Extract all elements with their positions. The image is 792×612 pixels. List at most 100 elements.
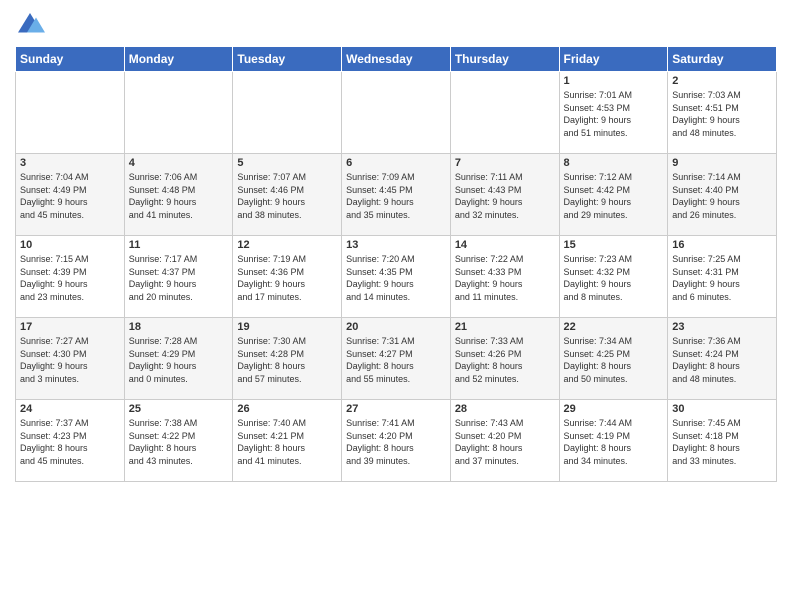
day-info: Sunrise: 7:44 AM Sunset: 4:19 PM Dayligh… — [564, 417, 664, 467]
calendar-day-cell: 23Sunrise: 7:36 AM Sunset: 4:24 PM Dayli… — [668, 318, 777, 400]
day-info: Sunrise: 7:28 AM Sunset: 4:29 PM Dayligh… — [129, 335, 229, 385]
day-number: 9 — [672, 157, 772, 169]
day-info: Sunrise: 7:06 AM Sunset: 4:48 PM Dayligh… — [129, 171, 229, 221]
day-info: Sunrise: 7:33 AM Sunset: 4:26 PM Dayligh… — [455, 335, 555, 385]
calendar-day-cell: 12 Sunrise: 7:19 AM Sunset: 4:36 PM Dayli… — [233, 236, 342, 318]
calendar-week-row: 1 Sunrise: 7:01 AM Sunset: 4:53 PM Daylig… — [16, 72, 777, 154]
day-number: 10 — [20, 239, 120, 251]
day-number: 3 — [20, 157, 120, 169]
calendar-day-cell: 5 Sunrise: 7:07 AM Sunset: 4:46 PM Daylig… — [233, 154, 342, 236]
day-info: Sunrise: 7:14 AM Sunset: 4:40 PM Dayligh… — [672, 171, 772, 221]
calendar-day-cell — [233, 72, 342, 154]
calendar-day-cell: 6 Sunrise: 7:09 AM Sunset: 4:45 PM Daylig… — [342, 154, 451, 236]
day-info: Sunrise: 7:20 AM Sunset: 4:35 PM Dayligh… — [346, 253, 446, 303]
calendar-day-cell: 4 Sunrise: 7:06 AM Sunset: 4:48 PM Daylig… — [124, 154, 233, 236]
day-info: Sunrise: 7:31 AM Sunset: 4:27 PM Dayligh… — [346, 335, 446, 385]
day-info: Sunrise: 7:38 AM Sunset: 4:22 PM Dayligh… — [129, 417, 229, 467]
calendar-day-cell: 7 Sunrise: 7:11 AM Sunset: 4:43 PM Daylig… — [450, 154, 559, 236]
day-info: Sunrise: 7:23 AM Sunset: 4:32 PM Dayligh… — [564, 253, 664, 303]
day-info: Sunrise: 7:09 AM Sunset: 4:45 PM Dayligh… — [346, 171, 446, 221]
day-number: 12 — [237, 239, 337, 251]
day-number: 2 — [672, 75, 772, 87]
day-info: Sunrise: 7:19 AM Sunset: 4:36 PM Dayligh… — [237, 253, 337, 303]
calendar-day-cell: 14 Sunrise: 7:22 AM Sunset: 4:33 PM Dayli… — [450, 236, 559, 318]
day-info: Sunrise: 7:15 AM Sunset: 4:39 PM Dayligh… — [20, 253, 120, 303]
weekday-header-cell: Thursday — [450, 47, 559, 72]
day-number: 14 — [455, 239, 555, 251]
calendar-day-cell: 21Sunrise: 7:33 AM Sunset: 4:26 PM Dayli… — [450, 318, 559, 400]
day-number: 16 — [672, 239, 772, 251]
logo — [15, 10, 47, 40]
day-number: 26 — [237, 403, 337, 415]
calendar-day-cell: 17 Sunrise: 7:27 AM Sunset: 4:30 PM Dayli… — [16, 318, 125, 400]
day-number: 15 — [564, 239, 664, 251]
calendar-day-cell: 8 Sunrise: 7:12 AM Sunset: 4:42 PM Daylig… — [559, 154, 668, 236]
calendar-week-row: 10 Sunrise: 7:15 AM Sunset: 4:39 PM Dayli… — [16, 236, 777, 318]
day-number: 30 — [672, 403, 772, 415]
calendar-day-cell: 1 Sunrise: 7:01 AM Sunset: 4:53 PM Daylig… — [559, 72, 668, 154]
calendar-day-cell: 29 Sunrise: 7:44 AM Sunset: 4:19 PM Dayli… — [559, 400, 668, 482]
calendar-day-cell — [450, 72, 559, 154]
calendar-week-row: 17 Sunrise: 7:27 AM Sunset: 4:30 PM Dayli… — [16, 318, 777, 400]
calendar-day-cell: 30 Sunrise: 7:45 AM Sunset: 4:18 PM Dayli… — [668, 400, 777, 482]
calendar-day-cell: 22Sunrise: 7:34 AM Sunset: 4:25 PM Dayli… — [559, 318, 668, 400]
calendar-day-cell: 19 Sunrise: 7:30 AM Sunset: 4:28 PM Dayli… — [233, 318, 342, 400]
calendar-day-cell: 10 Sunrise: 7:15 AM Sunset: 4:39 PM Dayli… — [16, 236, 125, 318]
calendar-day-cell: 28 Sunrise: 7:43 AM Sunset: 4:20 PM Dayli… — [450, 400, 559, 482]
day-number: 1 — [564, 75, 664, 87]
day-info: Sunrise: 7:25 AM Sunset: 4:31 PM Dayligh… — [672, 253, 772, 303]
weekday-header-cell: Sunday — [16, 47, 125, 72]
day-number: 25 — [129, 403, 229, 415]
calendar-day-cell: 18 Sunrise: 7:28 AM Sunset: 4:29 PM Dayli… — [124, 318, 233, 400]
calendar-day-cell: 9 Sunrise: 7:14 AM Sunset: 4:40 PM Daylig… — [668, 154, 777, 236]
day-info: Sunrise: 7:43 AM Sunset: 4:20 PM Dayligh… — [455, 417, 555, 467]
day-info: Sunrise: 7:22 AM Sunset: 4:33 PM Dayligh… — [455, 253, 555, 303]
day-info: Sunrise: 7:45 AM Sunset: 4:18 PM Dayligh… — [672, 417, 772, 467]
calendar-day-cell: 15 Sunrise: 7:23 AM Sunset: 4:32 PM Dayli… — [559, 236, 668, 318]
day-info: Sunrise: 7:40 AM Sunset: 4:21 PM Dayligh… — [237, 417, 337, 467]
day-info: Sunrise: 7:27 AM Sunset: 4:30 PM Dayligh… — [20, 335, 120, 385]
calendar-day-cell: 24Sunrise: 7:37 AM Sunset: 4:23 PM Dayli… — [16, 400, 125, 482]
header — [15, 10, 777, 40]
day-info: Sunrise: 7:03 AM Sunset: 4:51 PM Dayligh… — [672, 89, 772, 139]
weekday-header-cell: Tuesday — [233, 47, 342, 72]
calendar-day-cell — [342, 72, 451, 154]
day-number: 28 — [455, 403, 555, 415]
weekday-header-cell: Saturday — [668, 47, 777, 72]
day-info: Sunrise: 7:12 AM Sunset: 4:42 PM Dayligh… — [564, 171, 664, 221]
weekday-header-cell: Friday — [559, 47, 668, 72]
calendar-day-cell — [16, 72, 125, 154]
day-number: 7 — [455, 157, 555, 169]
calendar-week-row: 3 Sunrise: 7:04 AM Sunset: 4:49 PM Daylig… — [16, 154, 777, 236]
day-info: Sunrise: 7:30 AM Sunset: 4:28 PM Dayligh… — [237, 335, 337, 385]
weekday-header-cell: Wednesday — [342, 47, 451, 72]
day-number: 13 — [346, 239, 446, 251]
calendar-table: SundayMondayTuesdayWednesdayThursdayFrid… — [15, 46, 777, 482]
day-info: Sunrise: 7:36 AM Sunset: 4:24 PM Dayligh… — [672, 335, 772, 385]
day-number: 17 — [20, 321, 120, 333]
day-number: 6 — [346, 157, 446, 169]
day-number: 29 — [564, 403, 664, 415]
day-number: 22 — [564, 321, 664, 333]
day-number: 11 — [129, 239, 229, 251]
day-info: Sunrise: 7:11 AM Sunset: 4:43 PM Dayligh… — [455, 171, 555, 221]
weekday-header-row: SundayMondayTuesdayWednesdayThursdayFrid… — [16, 47, 777, 72]
weekday-header-cell: Monday — [124, 47, 233, 72]
day-number: 8 — [564, 157, 664, 169]
calendar-day-cell: 3 Sunrise: 7:04 AM Sunset: 4:49 PM Daylig… — [16, 154, 125, 236]
day-info: Sunrise: 7:07 AM Sunset: 4:46 PM Dayligh… — [237, 171, 337, 221]
day-number: 18 — [129, 321, 229, 333]
day-number: 19 — [237, 321, 337, 333]
calendar-day-cell — [124, 72, 233, 154]
calendar-day-cell: 16 Sunrise: 7:25 AM Sunset: 4:31 PM Dayli… — [668, 236, 777, 318]
day-number: 27 — [346, 403, 446, 415]
day-number: 4 — [129, 157, 229, 169]
day-info: Sunrise: 7:01 AM Sunset: 4:53 PM Dayligh… — [564, 89, 664, 139]
calendar-body: 1 Sunrise: 7:01 AM Sunset: 4:53 PM Daylig… — [16, 72, 777, 482]
day-number: 5 — [237, 157, 337, 169]
day-info: Sunrise: 7:04 AM Sunset: 4:49 PM Dayligh… — [20, 171, 120, 221]
calendar-week-row: 24Sunrise: 7:37 AM Sunset: 4:23 PM Dayli… — [16, 400, 777, 482]
calendar-day-cell: 25 Sunrise: 7:38 AM Sunset: 4:22 PM Dayli… — [124, 400, 233, 482]
day-number: 24 — [20, 403, 120, 415]
day-info: Sunrise: 7:17 AM Sunset: 4:37 PM Dayligh… — [129, 253, 229, 303]
